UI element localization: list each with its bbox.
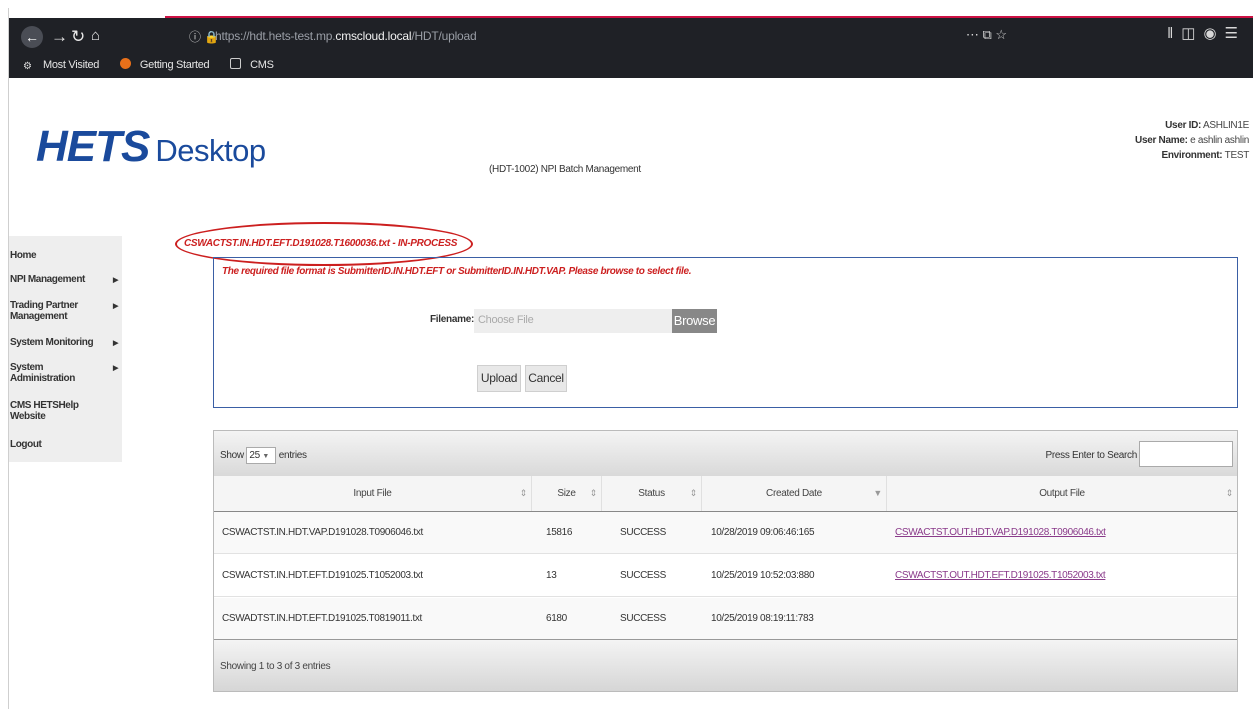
logo-main: HETS bbox=[36, 122, 150, 171]
table-row: CSWACTST.IN.HDT.EFT.D191025.T1052003.txt… bbox=[214, 555, 1237, 597]
sidebar-item-logout[interactable]: Logout bbox=[10, 439, 122, 450]
entries-control: Show 25 ▼ entries bbox=[220, 447, 307, 464]
browse-button[interactable]: Browse bbox=[672, 309, 717, 333]
filename-field[interactable]: Choose File bbox=[474, 309, 672, 333]
size-cell: 15816 bbox=[546, 527, 573, 538]
table-row: CSWACTST.IN.HDT.VAP.D191028.T0906046.txt… bbox=[214, 512, 1237, 554]
sidebar-item-system-administration[interactable]: System Administration ▶ bbox=[10, 362, 118, 384]
chevron-right-icon: ▶ bbox=[113, 340, 118, 347]
chevron-right-icon: ▶ bbox=[113, 277, 118, 284]
sort-icon: ⇕ bbox=[689, 488, 698, 498]
column-input-file[interactable]: Input File ⇕ bbox=[214, 476, 532, 511]
bookmarks-bar: ⚙ Most Visited Getting Started CMS bbox=[23, 58, 292, 72]
search-label: Press Enter to Search bbox=[1045, 450, 1137, 461]
toolbar-icons[interactable]: ‖◫◉☰ bbox=[1167, 24, 1246, 42]
entries-select[interactable]: 25 ▼ bbox=[246, 447, 277, 464]
user-info: User ID: ASHLIN1E User Name: e ashlin as… bbox=[1135, 120, 1250, 161]
column-status[interactable]: Status ⇕ bbox=[602, 476, 702, 511]
gear-icon: ⚙ bbox=[23, 61, 32, 72]
reload-icon[interactable]: ↻ bbox=[71, 27, 85, 47]
user-name: e ashlin ashlin bbox=[1190, 135, 1249, 146]
table-toolbar: Show 25 ▼ entries Press Enter to Search bbox=[214, 431, 1237, 476]
search-input[interactable] bbox=[1139, 441, 1233, 467]
bookmark-getting-started[interactable]: Getting Started bbox=[119, 58, 219, 71]
sidebar-item-trading-partner[interactable]: Trading Partner Management ▶ bbox=[10, 300, 118, 322]
bookmark-most-visited[interactable]: ⚙ Most Visited bbox=[23, 59, 108, 72]
filename-label: Filename: bbox=[430, 314, 474, 325]
input-file-cell: CSWACTST.IN.HDT.EFT.D191025.T1052003.txt bbox=[222, 570, 423, 581]
table-header: Input File ⇕ Size ⇕ Status ⇕ Created Date ▼ … bbox=[214, 476, 1237, 512]
created-date-cell: 10/28/2019 09:06:46:165 bbox=[711, 527, 815, 538]
size-cell: 6180 bbox=[546, 613, 567, 624]
column-output-file[interactable]: Output File ⇕ bbox=[887, 476, 1237, 511]
user-id: ASHLIN1E bbox=[1203, 120, 1249, 131]
folder-icon bbox=[230, 58, 242, 69]
sidebar-item-system-monitoring[interactable]: System Monitoring ▶ bbox=[10, 337, 122, 348]
created-date-cell: 10/25/2019 08:19:11:783 bbox=[711, 613, 814, 624]
column-size[interactable]: Size ⇕ bbox=[532, 476, 602, 511]
status-cell: SUCCESS bbox=[620, 613, 666, 624]
page-actions-icon[interactable]: ⋯ ⧉ ☆ bbox=[966, 27, 1007, 43]
size-cell: 13 bbox=[546, 570, 557, 581]
file-table-panel: Show 25 ▼ entries Press Enter to Search … bbox=[213, 430, 1238, 692]
upload-panel: The required file format is SubmitterID.… bbox=[213, 257, 1238, 408]
input-file-cell: CSWADTST.IN.HDT.EFT.D191025.T0819011.txt bbox=[222, 613, 422, 624]
url-bar[interactable]: ⓘ 🔒 https://hdt.hets-test.mp.cmscloud.lo… bbox=[179, 23, 1019, 50]
file-format-hint: The required file format is SubmitterID.… bbox=[222, 266, 692, 277]
app-window: ← → ↻ ⌂ ⓘ 🔒 https://hdt.hets-test.mp.cms… bbox=[8, 8, 1253, 709]
sort-icon: ⇕ bbox=[589, 488, 598, 498]
firefox-icon bbox=[119, 58, 131, 69]
bookmark-cms[interactable]: CMS bbox=[230, 58, 283, 71]
status-cell: SUCCESS bbox=[620, 570, 666, 581]
created-date-cell: 10/25/2019 10:52:03:880 bbox=[711, 570, 815, 581]
table-footer: Showing 1 to 3 of 3 entries bbox=[214, 639, 1237, 691]
chevron-down-icon: ▼ bbox=[262, 453, 269, 460]
status-cell: SUCCESS bbox=[620, 527, 666, 538]
table-row: CSWADTST.IN.HDT.EFT.D191025.T0819011.txt… bbox=[214, 598, 1237, 640]
input-file-cell: CSWACTST.IN.HDT.VAP.D191028.T0906046.txt bbox=[222, 527, 423, 538]
environment: TEST bbox=[1224, 150, 1250, 161]
hets-logo: HETS Desktop bbox=[36, 122, 266, 172]
logo-sub: Desktop bbox=[155, 133, 266, 168]
sidebar-item-hetshelp[interactable]: CMS HETSHelp Website bbox=[10, 400, 82, 422]
output-file-link[interactable]: CSWACTST.OUT.HDT.VAP.D191028.T0906046.tx… bbox=[895, 527, 1106, 538]
output-file-link[interactable]: CSWACTST.OUT.HDT.EFT.D191025.T1052003.tx… bbox=[895, 570, 1106, 581]
page-title: (HDT-1002) NPI Batch Management bbox=[489, 164, 641, 175]
sort-icon: ⇕ bbox=[519, 488, 528, 498]
back-icon[interactable]: ← bbox=[21, 26, 43, 48]
chevron-right-icon: ▶ bbox=[113, 365, 118, 372]
sort-icon: ⇕ bbox=[1225, 488, 1234, 498]
forward-icon[interactable]: → bbox=[51, 27, 68, 47]
chevron-right-icon: ▶ bbox=[113, 303, 118, 310]
sort-desc-icon: ▼ bbox=[873, 488, 882, 498]
column-created-date[interactable]: Created Date ▼ bbox=[702, 476, 887, 511]
url-text: https://hdt.hets-test.mp.cmscloud.local/… bbox=[215, 29, 477, 43]
cancel-button[interactable]: Cancel bbox=[525, 365, 567, 392]
sidebar-item-home[interactable]: Home bbox=[10, 250, 122, 261]
sidebar-item-npi-management[interactable]: NPI Management ▶ bbox=[10, 274, 122, 285]
home-icon[interactable]: ⌂ bbox=[91, 26, 100, 46]
sidebar: Home NPI Management ▶ Trading Partner Man… bbox=[9, 236, 122, 462]
browser-toolbar: ← → ↻ ⌂ ⓘ 🔒 https://hdt.hets-test.mp.cms… bbox=[9, 18, 1253, 78]
upload-button[interactable]: Upload bbox=[477, 365, 521, 392]
entries-summary: Showing 1 to 3 of 3 entries bbox=[220, 661, 331, 672]
